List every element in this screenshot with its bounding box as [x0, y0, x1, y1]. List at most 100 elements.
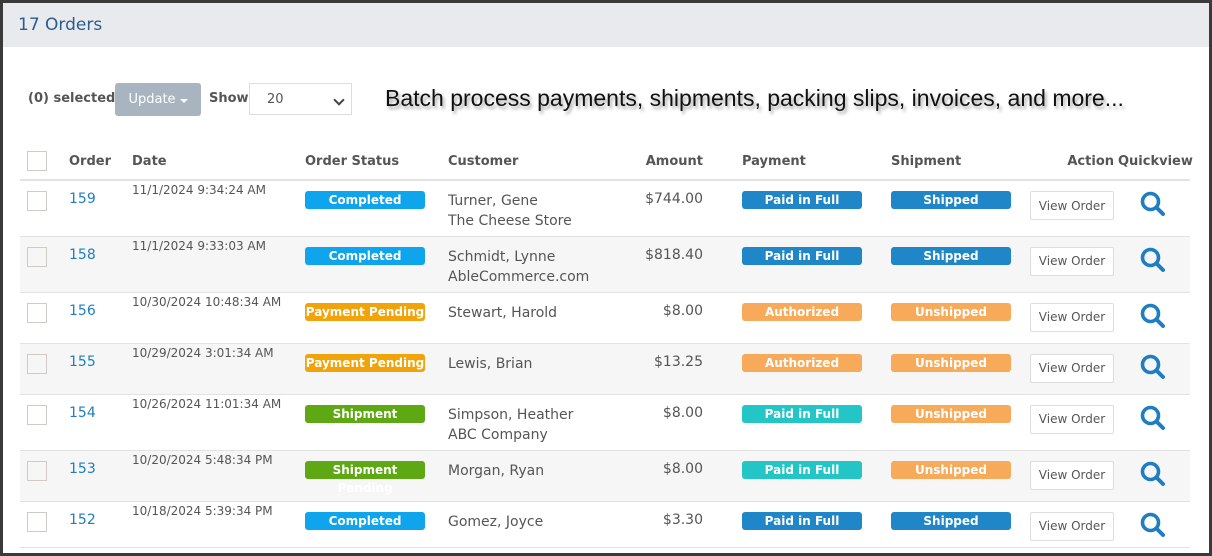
order-number-link[interactable]: 154	[69, 405, 96, 421]
customer-name: Lewis, Brian	[448, 355, 533, 372]
search-icon[interactable]	[1139, 353, 1167, 381]
caret-down-icon	[179, 98, 188, 103]
order-number-link[interactable]: 155	[69, 354, 96, 370]
order-number-link[interactable]: 153	[69, 461, 96, 477]
shipment-status-badge: Shipped	[891, 191, 1011, 209]
order-status-badge: Shipment Pending	[305, 404, 425, 439]
customer-company: The Cheese Store	[448, 213, 572, 229]
order-status-badge: Payment Pending	[305, 302, 425, 321]
page-title: 17 Orders	[18, 15, 103, 35]
view-order-button[interactable]: View Order	[1030, 191, 1114, 220]
shipment-status-badge: Unshipped	[891, 404, 1011, 423]
order-amount: $8.00	[662, 404, 703, 421]
order-date: 10/30/2024 10:48:34 AM	[132, 294, 282, 309]
order-number-link[interactable]: 152	[69, 512, 96, 528]
order-amount: $744.00	[645, 191, 703, 207]
order-date: 11/1/2024 9:34:24 AM	[132, 183, 266, 197]
payment-status-badge: Paid in Full	[742, 404, 862, 423]
order-amount: $3.30	[662, 511, 703, 528]
update-label: Update	[128, 92, 176, 107]
order-number-link[interactable]: 159	[69, 191, 96, 207]
panel-header: 17 Orders	[3, 3, 1209, 47]
order-number-link[interactable]: 158	[69, 247, 96, 263]
col-shipment[interactable]: Shipment	[863, 143, 1012, 181]
shipment-status-badge: Unshipped	[891, 302, 1011, 321]
search-icon[interactable]	[1139, 460, 1167, 488]
col-payment[interactable]: Payment	[714, 143, 863, 181]
col-amount[interactable]: Amount	[610, 143, 714, 181]
view-order-button[interactable]: View Order	[1030, 302, 1114, 332]
select-all-checkbox[interactable]	[27, 151, 47, 171]
order-date: 11/1/2024 9:33:03 AM	[132, 238, 266, 253]
customer-name: Stewart, Harold	[448, 304, 558, 321]
order-status-badge: Completed	[305, 191, 425, 209]
selected-count: (0) selected	[28, 91, 116, 106]
order-status-badge: Completed	[305, 246, 425, 265]
payment-status-badge: Paid in Full	[742, 246, 862, 265]
customer-company: AbleCommerce.com	[448, 268, 590, 285]
order-amount: $818.40	[645, 246, 703, 263]
order-status-badge: Shipment Pending	[305, 460, 425, 495]
promo-text: Batch process payments, shipments, packi…	[385, 85, 1124, 111]
col-action: Action	[1012, 143, 1118, 181]
orders-table: Order Date Order Status Customer Amount …	[20, 143, 1193, 548]
page-size-select[interactable]: 20	[249, 83, 352, 115]
table-row: 156 10/30/2024 10:48:34 AM Payment Pendi…	[20, 292, 1190, 344]
table-row: 152 10/18/2024 5:39:34 PM Completed Gome…	[20, 501, 1190, 548]
col-order[interactable]: Order	[69, 143, 132, 181]
row-checkbox[interactable]	[27, 460, 47, 481]
row-checkbox[interactable]	[27, 404, 47, 425]
customer-name: Morgan, Ryan	[448, 462, 545, 479]
view-order-button[interactable]: View Order	[1030, 460, 1114, 490]
col-customer[interactable]: Customer	[448, 143, 610, 181]
order-amount: $13.25	[654, 353, 703, 370]
row-checkbox[interactable]	[27, 511, 47, 532]
search-icon[interactable]	[1139, 511, 1167, 539]
view-order-button[interactable]: View Order	[1030, 511, 1114, 541]
payment-status-badge: Paid in Full	[742, 511, 862, 530]
order-number-link[interactable]: 156	[69, 303, 96, 319]
col-quickview: Quickview	[1118, 143, 1193, 181]
batch-toolbar: (0) selected Update Show 20 Batch proces…	[3, 83, 1209, 117]
search-icon[interactable]	[1139, 246, 1167, 274]
customer-name: Gomez, Joyce	[448, 513, 544, 530]
order-date: 10/26/2024 11:01:34 AM	[132, 396, 282, 411]
search-icon[interactable]	[1139, 302, 1167, 330]
view-order-button[interactable]: View Order	[1030, 353, 1114, 383]
orders-panel: 17 Orders (0) selected Update Show 20 Ba…	[3, 3, 1209, 553]
table-row: 159 11/1/2024 9:34:24 AM Completed Turne…	[20, 180, 1190, 237]
col-order-status[interactable]: Order Status	[305, 143, 448, 181]
payment-status-badge: Authorized	[742, 353, 862, 372]
row-checkbox[interactable]	[27, 302, 47, 323]
row-checkbox[interactable]	[27, 246, 47, 267]
table-row: 154 10/26/2024 11:01:34 AM Shipment Pend…	[20, 394, 1190, 451]
col-date[interactable]: Date	[132, 143, 305, 181]
order-status-badge: Payment Pending	[305, 353, 425, 372]
chevron-down-icon	[333, 94, 345, 106]
view-order-button[interactable]: View Order	[1030, 404, 1114, 434]
search-icon[interactable]	[1139, 404, 1167, 432]
page-size-value: 20	[267, 91, 284, 107]
payment-status-badge: Paid in Full	[742, 191, 862, 209]
row-checkbox[interactable]	[27, 353, 47, 374]
order-date: 10/29/2024 3:01:34 AM	[132, 345, 274, 360]
search-icon[interactable]	[1139, 190, 1167, 218]
view-order-button[interactable]: View Order	[1030, 246, 1114, 276]
order-amount: $8.00	[662, 302, 703, 319]
order-date: 10/20/2024 5:48:34 PM	[132, 452, 273, 467]
shipment-status-badge: Shipped	[891, 511, 1011, 530]
order-amount: $8.00	[662, 460, 703, 477]
table-row: 158 11/1/2024 9:33:03 AM Completed Schmi…	[20, 236, 1190, 293]
customer-name: Simpson, Heather	[448, 406, 574, 423]
customer-name: Schmidt, Lynne	[448, 248, 556, 265]
update-button[interactable]: Update	[115, 83, 201, 116]
payment-status-badge: Paid in Full	[742, 460, 862, 479]
table-row: 153 10/20/2024 5:48:34 PM Shipment Pendi…	[20, 450, 1190, 502]
customer-company: ABC Company	[448, 426, 548, 443]
row-checkbox[interactable]	[27, 191, 47, 211]
order-status-badge: Completed	[305, 511, 425, 530]
table-row: 155 10/29/2024 3:01:34 AM Payment Pendin…	[20, 343, 1190, 395]
table-header-row: Order Date Order Status Customer Amount …	[20, 143, 1193, 181]
shipment-status-badge: Unshipped	[891, 460, 1011, 479]
shipment-status-badge: Shipped	[891, 246, 1011, 265]
